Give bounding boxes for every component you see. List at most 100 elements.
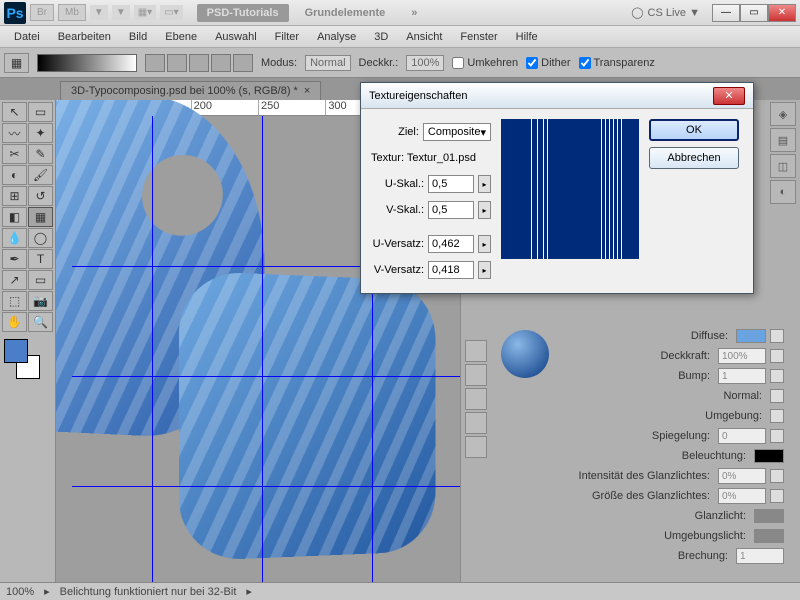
vskal-spinner[interactable]: ▸ [478, 201, 491, 219]
ok-button[interactable]: OK [649, 119, 739, 141]
uvers-spinner[interactable]: ▸ [478, 235, 491, 253]
menu-ebene[interactable]: Ebene [157, 28, 205, 46]
document-tab[interactable]: 3D-Typocomposing.psd bei 100% (s, RGB/8)… [60, 81, 321, 100]
bump-input[interactable] [718, 368, 766, 384]
bridge-button[interactable]: Br [30, 4, 54, 21]
blur-tool[interactable]: 💧 [2, 228, 27, 248]
intens-menu-icon[interactable] [770, 469, 784, 483]
tab-close-icon[interactable]: × [304, 85, 310, 97]
menu-bild[interactable]: Bild [121, 28, 155, 46]
diffuse-swatch[interactable] [736, 329, 766, 343]
minimize-button[interactable]: — [712, 4, 740, 22]
cancel-button[interactable]: Abbrechen [649, 147, 739, 169]
deckkraft-menu-icon[interactable] [770, 349, 784, 363]
gradient-radial[interactable] [167, 54, 187, 72]
eraser-tool[interactable]: ◧ [2, 207, 27, 227]
umgl-swatch[interactable] [754, 529, 784, 543]
vskal-input[interactable] [428, 201, 474, 219]
gradient-linear[interactable] [145, 54, 165, 72]
deckkr-value[interactable]: 100% [406, 55, 444, 71]
workspace-tab-other[interactable]: Grundelemente [295, 4, 396, 22]
lasso-tool[interactable]: 〰 [2, 123, 27, 143]
layers-icon[interactable]: ◈ [770, 102, 796, 126]
gradient-tool[interactable]: ▦ [28, 207, 53, 227]
move-tool[interactable]: ↖ [2, 102, 27, 122]
3d-material-icon[interactable] [465, 388, 487, 410]
eyedropper-tool[interactable]: ✎ [28, 144, 53, 164]
color-swatches[interactable] [2, 339, 42, 379]
type-tool[interactable]: T [28, 249, 53, 269]
spiegelung-input[interactable] [718, 428, 766, 444]
wand-tool[interactable]: ✦ [28, 123, 53, 143]
adjustments-icon[interactable]: ◐ [770, 180, 796, 204]
3d-camera-tool[interactable]: 📷 [28, 291, 53, 311]
menu-3d[interactable]: 3D [366, 28, 396, 46]
bump-menu-icon[interactable] [770, 369, 784, 383]
close-button[interactable]: ✕ [768, 4, 796, 22]
pen-tool[interactable]: ✒ [2, 249, 27, 269]
3d-add-icon[interactable] [465, 436, 487, 458]
path-tool[interactable]: ↗ [2, 270, 27, 290]
uskal-input[interactable] [428, 175, 474, 193]
workspace-more[interactable]: » [401, 4, 427, 22]
3d-tool[interactable]: ⬚ [2, 291, 27, 311]
menu-hilfe[interactable]: Hilfe [508, 28, 546, 46]
crop-tool[interactable]: ✂ [2, 144, 27, 164]
uvers-input[interactable] [428, 235, 474, 253]
dodge-tool[interactable]: ◯ [28, 228, 53, 248]
gradient-angle[interactable] [189, 54, 209, 72]
hand-tool[interactable]: ✋ [2, 312, 27, 332]
dialog-titlebar[interactable]: Textureigenschaften ✕ [361, 83, 753, 109]
umkehren-check[interactable]: Umkehren [452, 57, 518, 69]
cslive-button[interactable]: ◯CS Live ▼ [631, 6, 700, 19]
maximize-button[interactable]: ▭ [740, 4, 768, 22]
foreground-color[interactable] [4, 339, 28, 363]
ziel-select[interactable]: Composite▾ [423, 123, 491, 141]
normal-menu-icon[interactable] [770, 389, 784, 403]
groesse-menu-icon[interactable] [770, 489, 784, 503]
stamp-tool[interactable]: ⊞ [2, 186, 27, 206]
beleuchtung-swatch[interactable] [754, 449, 784, 463]
transparenz-check[interactable]: Transparenz [579, 57, 655, 69]
3d-light-icon[interactable] [465, 412, 487, 434]
menu-fenster[interactable]: Fenster [452, 28, 505, 46]
arrange-dropdown[interactable]: ▦▾ [134, 5, 156, 20]
gradient-preview[interactable] [37, 54, 137, 72]
spiegelung-menu-icon[interactable] [770, 429, 784, 443]
workspace-tab-active[interactable]: PSD-Tutorials [197, 4, 289, 22]
diffuse-menu-icon[interactable] [770, 329, 784, 343]
history-tool[interactable]: ↺ [28, 186, 53, 206]
menu-ansicht[interactable]: Ansicht [398, 28, 450, 46]
screen-dropdown[interactable]: ▭▾ [160, 5, 182, 20]
umgebung-menu-icon[interactable] [770, 409, 784, 423]
material-preview[interactable] [501, 330, 549, 378]
3d-filter-icon[interactable] [465, 340, 487, 362]
3d-mesh-icon[interactable] [465, 364, 487, 386]
paths-icon[interactable]: ◫ [770, 154, 796, 178]
brush-tool[interactable]: 🖌 [28, 165, 53, 185]
gradient-tool-icon[interactable]: ▦ [4, 53, 29, 73]
uskal-spinner[interactable]: ▸ [478, 175, 491, 193]
dither-check[interactable]: Dither [526, 57, 570, 69]
menu-auswahl[interactable]: Auswahl [207, 28, 265, 46]
minibridge-button[interactable]: Mb [58, 4, 86, 21]
vvers-input[interactable] [428, 261, 474, 279]
glanz-swatch[interactable] [754, 509, 784, 523]
modus-select[interactable]: Normal [305, 55, 350, 71]
shape-tool[interactable]: ▭ [28, 270, 53, 290]
zoom-tool[interactable]: 🔍 [28, 312, 53, 332]
menu-filter[interactable]: Filter [267, 28, 307, 46]
view-dropdown[interactable]: ▼ [90, 5, 108, 20]
zoom-dropdown[interactable]: ▼ [112, 5, 130, 20]
deckkraft-input[interactable] [718, 348, 766, 364]
marquee-tool[interactable]: ▭ [28, 102, 53, 122]
dialog-close-button[interactable]: ✕ [713, 87, 745, 105]
intens-input[interactable] [718, 468, 766, 484]
brech-input[interactable] [736, 548, 784, 564]
channels-icon[interactable]: ▤ [770, 128, 796, 152]
groesse-input[interactable] [718, 488, 766, 504]
gradient-diamond[interactable] [233, 54, 253, 72]
heal-tool[interactable]: ◐ [2, 165, 27, 185]
menu-analyse[interactable]: Analyse [309, 28, 364, 46]
menu-datei[interactable]: Datei [6, 28, 48, 46]
